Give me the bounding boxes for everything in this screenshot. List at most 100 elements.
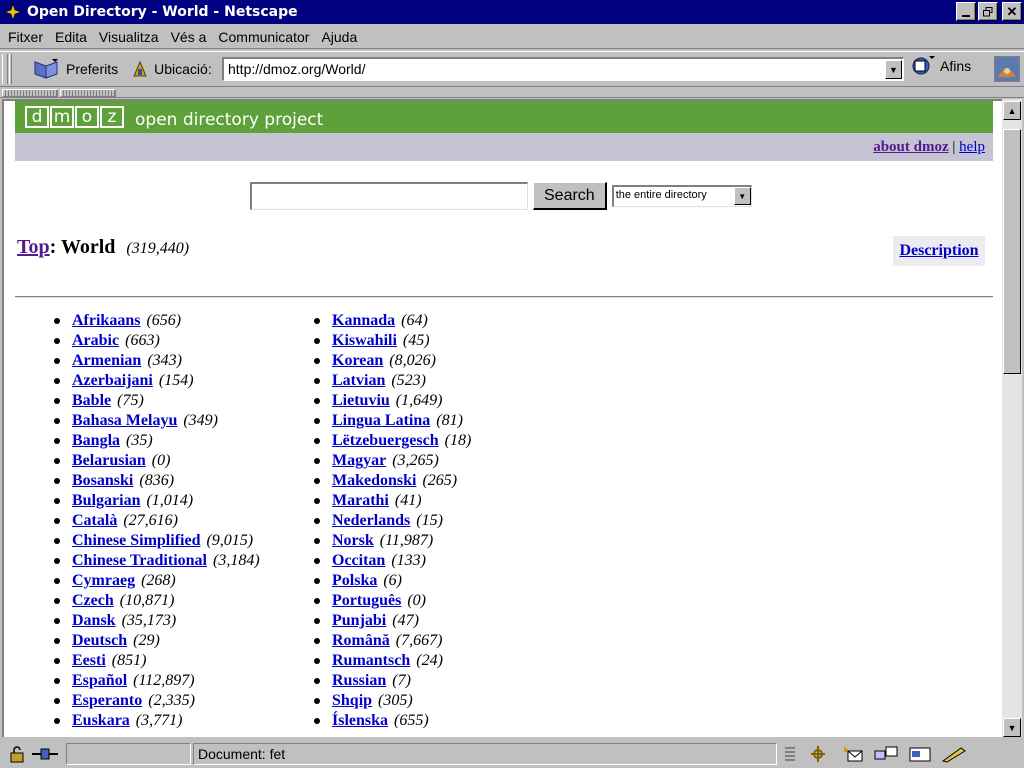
category-link[interactable]: Korean bbox=[332, 352, 383, 369]
category-link[interactable]: Eesti bbox=[72, 652, 106, 669]
help-link[interactable]: help bbox=[959, 139, 985, 155]
category-link[interactable]: Shqip bbox=[332, 692, 372, 709]
category-link[interactable]: Português bbox=[332, 592, 401, 609]
category-link[interactable]: Rumantsch bbox=[332, 652, 410, 669]
category-link[interactable]: Română bbox=[332, 632, 390, 649]
security-lock-icon[interactable] bbox=[4, 744, 30, 764]
category-link[interactable]: Català bbox=[72, 512, 117, 529]
menu-ves-a[interactable]: Vés a bbox=[165, 29, 213, 45]
menu-bar: Fitxer Edita Visualitza Vés a Communicat… bbox=[0, 25, 1024, 49]
category-link[interactable]: Euskara bbox=[72, 712, 130, 729]
about-dmoz-link[interactable]: about dmoz bbox=[873, 139, 948, 155]
search-button[interactable]: Search bbox=[533, 182, 607, 210]
component-grip[interactable] bbox=[783, 744, 797, 764]
url-history-dropdown[interactable]: ▼ bbox=[885, 60, 902, 79]
mail-icon[interactable] bbox=[839, 744, 865, 764]
dmoz-banner: d m o z open directory project bbox=[15, 101, 993, 133]
menu-fitxer[interactable]: Fitxer bbox=[2, 29, 49, 45]
category-link[interactable]: Afrikaans bbox=[72, 312, 140, 329]
category-link[interactable]: Lingua Latina bbox=[332, 412, 430, 429]
category-link[interactable]: Íslenska bbox=[332, 712, 388, 729]
page-viewport: d m o z open directory project about dmo… bbox=[2, 99, 1002, 737]
minimize-button[interactable] bbox=[956, 2, 976, 21]
category-link[interactable]: Czech bbox=[72, 592, 114, 609]
netscape-throbber-icon[interactable] bbox=[994, 56, 1020, 82]
bookmarks-icon[interactable] bbox=[30, 56, 64, 82]
category-count: (7) bbox=[392, 672, 411, 689]
category-link[interactable]: Magyar bbox=[332, 452, 386, 469]
list-item: Polska (6) bbox=[314, 571, 471, 591]
category-link[interactable]: Latvian bbox=[332, 372, 385, 389]
category-link[interactable]: Armenian bbox=[72, 352, 141, 369]
category-link[interactable]: Deutsch bbox=[72, 632, 127, 649]
category-link[interactable]: Occitan bbox=[332, 552, 385, 569]
menu-communicator[interactable]: Communicator bbox=[212, 29, 315, 45]
breadcrumb-top-link[interactable]: Top bbox=[17, 236, 50, 258]
arrow-up-icon: ▲ bbox=[1007, 105, 1017, 116]
list-item: Română (7,667) bbox=[314, 631, 471, 651]
category-link[interactable]: Dansk bbox=[72, 612, 116, 629]
search-input[interactable] bbox=[250, 182, 528, 210]
category-link[interactable]: Arabic bbox=[72, 332, 119, 349]
category-link[interactable]: Nederlands bbox=[332, 512, 410, 529]
page-proxy-icon[interactable] bbox=[132, 60, 148, 78]
composer-icon[interactable] bbox=[907, 744, 933, 764]
category-count: (35,173) bbox=[121, 612, 177, 629]
search-scope-select[interactable]: the entire directory ▼ bbox=[611, 185, 752, 207]
category-link[interactable]: Kannada bbox=[332, 312, 395, 329]
category-link[interactable]: Lëtzebuergesch bbox=[332, 432, 439, 449]
chevron-down-icon: ▼ bbox=[889, 64, 898, 75]
list-item: Lëtzebuergesch (18) bbox=[314, 431, 471, 451]
category-link[interactable]: Chinese Simplified bbox=[72, 532, 200, 549]
category-link[interactable]: Russian bbox=[332, 672, 386, 689]
category-link[interactable]: Azerbaijani bbox=[72, 372, 153, 389]
category-link[interactable]: Bulgarian bbox=[72, 492, 140, 509]
toolbar-grip[interactable] bbox=[9, 54, 12, 84]
category-link[interactable]: Polska bbox=[332, 572, 377, 589]
bookmarks-label[interactable]: Preferits bbox=[66, 61, 118, 77]
netscape-app-icon[interactable] bbox=[3, 2, 23, 22]
related-links-button[interactable]: Afins bbox=[910, 55, 971, 77]
category-count: (343) bbox=[147, 352, 182, 369]
scroll-down-button[interactable]: ▼ bbox=[1003, 718, 1021, 737]
close-button[interactable]: ✕ bbox=[1002, 2, 1022, 21]
category-link[interactable]: Bosanski bbox=[72, 472, 133, 489]
category-link[interactable]: Bable bbox=[72, 392, 111, 409]
category-link[interactable]: Bangla bbox=[72, 432, 120, 449]
category-link[interactable]: Español bbox=[72, 672, 127, 689]
navigator-icon[interactable] bbox=[805, 744, 831, 764]
category-link[interactable]: Marathi bbox=[332, 492, 389, 509]
menu-visualitza[interactable]: Visualitza bbox=[93, 29, 165, 45]
collapsed-toolbar-tab[interactable] bbox=[2, 89, 58, 97]
scroll-thumb[interactable] bbox=[1003, 129, 1021, 374]
dmoz-logo[interactable]: d m o z bbox=[25, 106, 125, 128]
toolbar-grip[interactable] bbox=[2, 54, 8, 84]
category-count: (349) bbox=[183, 412, 218, 429]
description-link[interactable]: Description bbox=[899, 242, 978, 259]
category-link[interactable]: Cymraeg bbox=[72, 572, 135, 589]
category-link[interactable]: Belarusian bbox=[72, 452, 146, 469]
url-input[interactable]: http://dmoz.org/World/ ▼ bbox=[222, 57, 904, 81]
edit-page-icon[interactable] bbox=[941, 744, 967, 764]
list-item: Belarusian (0) bbox=[54, 451, 260, 471]
category-count: (9,015) bbox=[206, 532, 254, 549]
discussion-groups-icon[interactable] bbox=[873, 744, 899, 764]
category-link[interactable]: Norsk bbox=[332, 532, 374, 549]
category-link[interactable]: Makedonski bbox=[332, 472, 416, 489]
category-link[interactable]: Kiswahili bbox=[332, 332, 397, 349]
chevron-down-icon[interactable]: ▼ bbox=[733, 187, 751, 205]
category-link[interactable]: Bahasa Melayu bbox=[72, 412, 177, 429]
category-link[interactable]: Punjabi bbox=[332, 612, 386, 629]
menu-ajuda[interactable]: Ajuda bbox=[315, 29, 363, 45]
category-link[interactable]: Lietuviu bbox=[332, 392, 390, 409]
category-link[interactable]: Esperanto bbox=[72, 692, 142, 709]
online-status-icon[interactable] bbox=[32, 744, 58, 764]
menu-edita[interactable]: Edita bbox=[49, 29, 93, 45]
collapsed-toolbar-tab[interactable] bbox=[60, 89, 116, 97]
list-item: Euskara (3,771) bbox=[54, 711, 260, 731]
scroll-up-button[interactable]: ▲ bbox=[1003, 101, 1021, 120]
component-bar bbox=[783, 744, 975, 764]
vertical-scrollbar[interactable]: ▲ ▼ bbox=[1002, 99, 1022, 737]
category-link[interactable]: Chinese Traditional bbox=[72, 552, 207, 569]
restore-button[interactable] bbox=[978, 2, 998, 21]
